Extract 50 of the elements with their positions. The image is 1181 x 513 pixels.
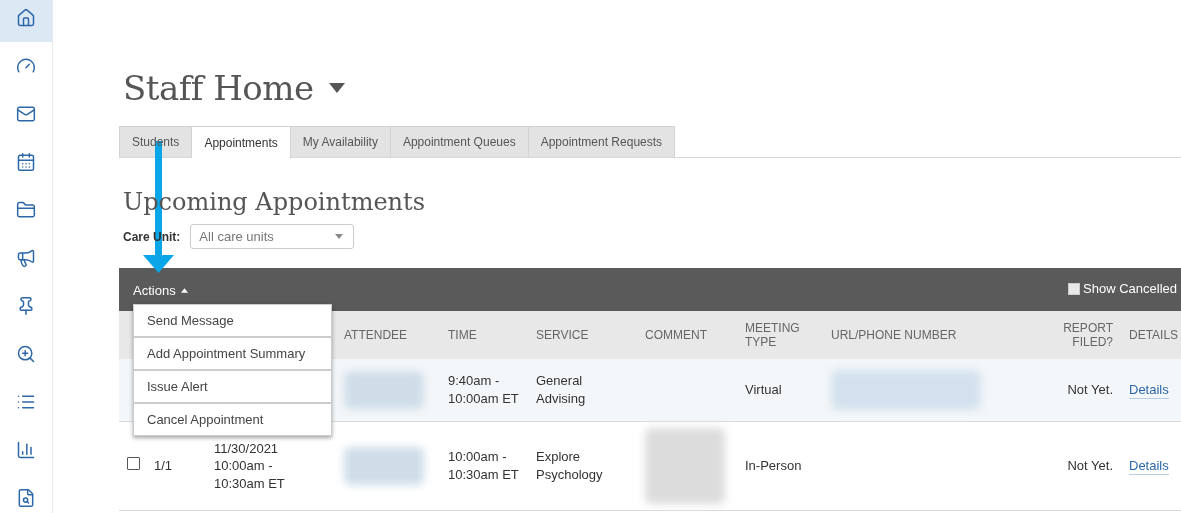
table-cell: Virtual bbox=[745, 382, 782, 398]
column-header: REPORT FILED? bbox=[1063, 321, 1113, 349]
tab[interactable]: Appointment Queues bbox=[389, 126, 529, 157]
table-cell: Not Yet. bbox=[1067, 382, 1113, 398]
mail-icon bbox=[16, 104, 36, 124]
checkbox[interactable] bbox=[1068, 282, 1081, 295]
table-cell: In-Person bbox=[745, 458, 802, 474]
megaphone-icon bbox=[16, 248, 36, 268]
pin-icon bbox=[16, 296, 36, 316]
bar-chart-icon bbox=[16, 440, 36, 460]
page-title: Staff Home bbox=[123, 68, 314, 108]
column-header: COMMENT bbox=[645, 328, 707, 342]
care-unit-select[interactable]: All care units bbox=[190, 224, 355, 249]
column-header: DETAILS bbox=[1129, 328, 1179, 342]
column-header: ATTENDEE bbox=[344, 328, 408, 342]
menu-item[interactable]: Issue Alert bbox=[134, 371, 331, 404]
show-cancelled-label: Show Cancelled bbox=[1083, 281, 1177, 296]
sidebar-item[interactable] bbox=[0, 0, 52, 42]
caret-icon bbox=[180, 288, 188, 293]
table-cell: 10:00am - 10:30am ET bbox=[448, 449, 519, 482]
actions-button[interactable]: Actions bbox=[133, 283, 188, 298]
home-icon bbox=[16, 8, 36, 28]
column-header: SERVICE bbox=[536, 328, 589, 342]
details-link[interactable]: Details bbox=[1129, 382, 1169, 400]
table-cell: Explore Psychology bbox=[536, 449, 603, 482]
caret-icon[interactable] bbox=[327, 83, 346, 93]
menu-item[interactable]: Cancel Appointment bbox=[134, 404, 331, 435]
table-cell-text: 11/30/2021 10:00am - 10:30am ET bbox=[214, 439, 286, 493]
tab[interactable]: My Availability bbox=[289, 126, 391, 157]
menu-item[interactable]: Add Appointment Summary bbox=[134, 338, 331, 371]
tab[interactable]: Students bbox=[119, 126, 193, 157]
table-cell: 9:40am - 10:00am ET bbox=[448, 373, 519, 406]
column-header: MEETING TYPE bbox=[745, 321, 800, 349]
column-header: TIME bbox=[448, 328, 477, 342]
table-cell: 1/1 bbox=[154, 458, 173, 474]
folder-icon bbox=[16, 200, 36, 220]
list-icon bbox=[16, 392, 36, 412]
details-link[interactable]: Details bbox=[1129, 458, 1169, 476]
tab[interactable]: Appointment Requests bbox=[527, 126, 676, 157]
column-header: URL/PHONE NUMBER bbox=[831, 328, 957, 342]
calendar-icon bbox=[16, 152, 36, 172]
file-search-icon bbox=[16, 488, 36, 508]
caret-icon bbox=[335, 234, 344, 239]
gauge-icon bbox=[16, 56, 36, 76]
table-cell: General Advising bbox=[536, 373, 586, 406]
menu-item[interactable]: Send Message bbox=[134, 305, 331, 338]
table-cell: Not Yet. bbox=[1067, 458, 1113, 474]
row-checkbox[interactable] bbox=[127, 457, 140, 471]
zoom-in-icon bbox=[16, 344, 36, 364]
tab[interactable]: Appointments bbox=[191, 126, 291, 158]
